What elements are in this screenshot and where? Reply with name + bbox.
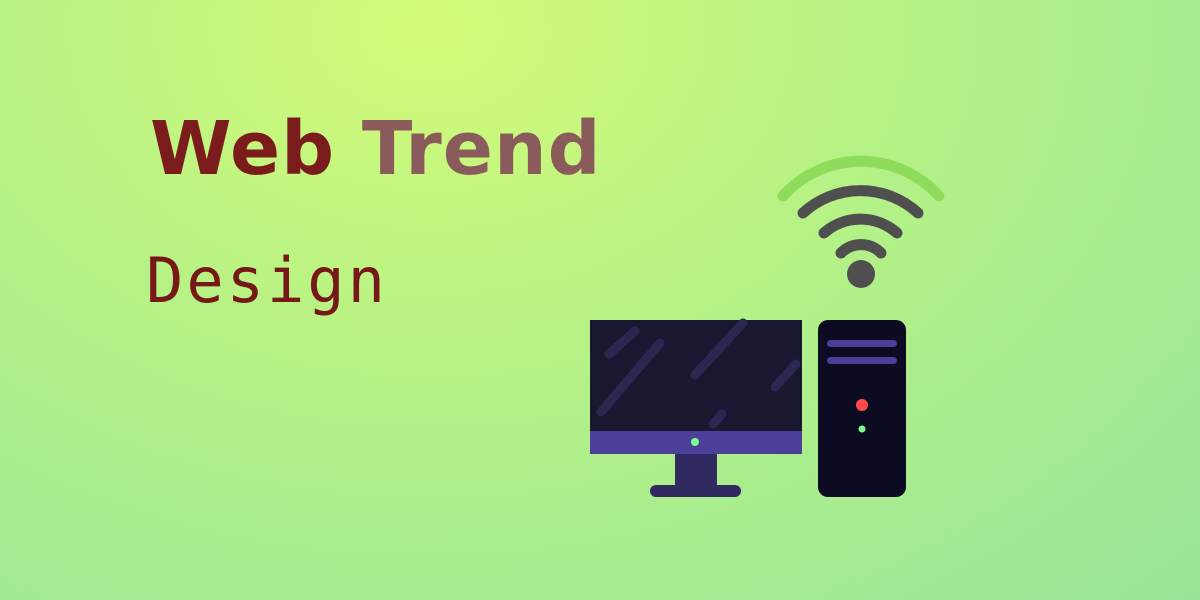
- power-led: [856, 399, 868, 411]
- computer-tower-icon: [818, 320, 906, 497]
- status-led: [858, 425, 866, 433]
- computer-illustration: [590, 155, 945, 497]
- wifi-icon: [777, 155, 945, 288]
- monitor-icon: [590, 318, 802, 497]
- page: { "headline": { "word1": "Web", "word2":…: [0, 0, 1200, 600]
